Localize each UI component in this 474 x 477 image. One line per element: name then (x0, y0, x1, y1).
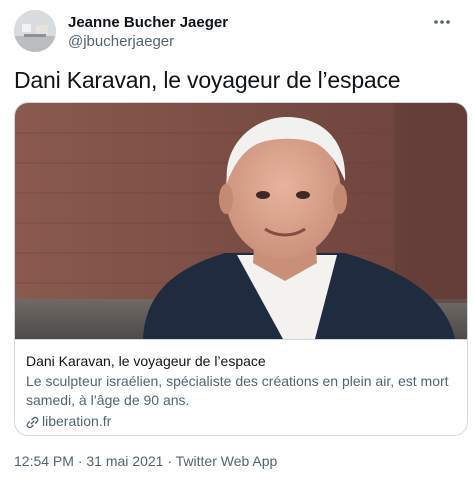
author-handle[interactable]: @jbucherjaeger (68, 32, 228, 51)
tweet-header: Jeanne Bucher Jaeger @jbucherjaeger (14, 10, 454, 54)
card-body[interactable]: Dani Karavan, le voyageur de l’espace Le… (15, 339, 467, 429)
author-display-name[interactable]: Jeanne Bucher Jaeger (68, 13, 228, 32)
tweet-meta: 12:54 PM · 31 mai 2021 · Twitter Web App (14, 452, 277, 470)
card-domain-text[interactable]: liberation.fr (42, 412, 111, 430)
tweet-date[interactable]: 31 mai 2021 (86, 453, 163, 469)
tweet-text: Dani Karavan, le voyageur de l’espace (14, 67, 401, 93)
more-options-icon[interactable] (430, 12, 454, 32)
card-title[interactable]: Dani Karavan, le voyageur de l’espace (26, 352, 458, 370)
card-domain[interactable]: liberation.fr (26, 412, 111, 430)
link-preview-card[interactable]: Dani Karavan, le voyageur de l’espace Le… (14, 102, 468, 436)
tweet-time[interactable]: 12:54 PM (14, 453, 74, 469)
link-icon (26, 415, 39, 428)
tweet: Jeanne Bucher Jaeger @jbucherjaeger Dani… (0, 0, 474, 477)
meta-separator: · (77, 453, 83, 469)
avatar[interactable] (14, 10, 56, 52)
meta-separator: · (167, 453, 173, 469)
card-description: Le sculpteur israélien, spécialiste des … (26, 373, 449, 408)
tweet-source[interactable]: Twitter Web App (176, 453, 278, 469)
card-image[interactable] (15, 103, 467, 339)
author-names: Jeanne Bucher Jaeger @jbucherjaeger (68, 13, 228, 51)
